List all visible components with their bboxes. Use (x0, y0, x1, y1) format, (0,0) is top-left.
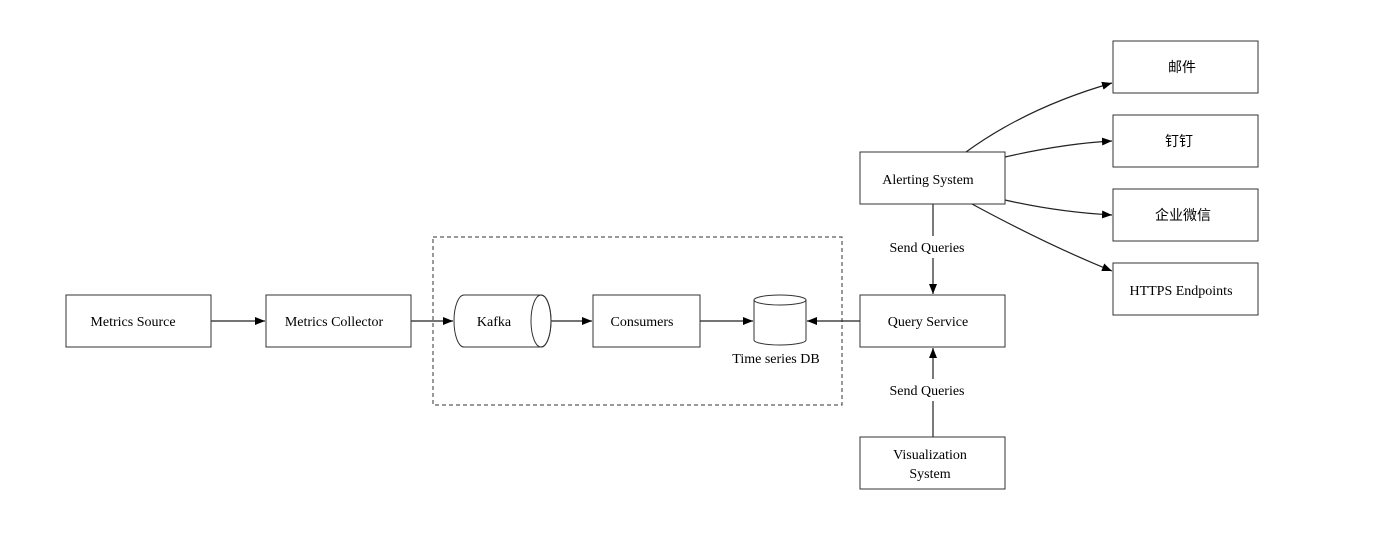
node-kafka[interactable]: Kafka (453, 294, 552, 348)
node-label: Query Service (888, 315, 968, 330)
node-label: 钉钉 (1165, 134, 1193, 150)
node-wecom[interactable]: 企业微信 (1112, 188, 1259, 242)
edge-alert-dingtalk (1004, 137, 1113, 158)
node-metrics-source[interactable]: Metrics Source (65, 294, 212, 348)
node-time-series-db[interactable]: Time series DB (732, 294, 820, 367)
node-label: System (909, 467, 950, 482)
edge-alert-wecom (1004, 199, 1113, 219)
edge-alert-email (965, 81, 1113, 153)
node-alerting-system[interactable]: Alerting System (859, 151, 1006, 205)
node-label: Consumers (611, 315, 674, 330)
edge-label-send-queries: Send Queries (889, 241, 964, 256)
edge-label-send-queries: Send Queries (889, 384, 964, 399)
node-label: 邮件 (1168, 60, 1196, 76)
node-label: Metrics Source (90, 315, 175, 330)
node-label: Visualization (893, 448, 967, 463)
node-consumers[interactable]: Consumers (592, 294, 701, 348)
node-dingtalk[interactable]: 钉钉 (1112, 114, 1259, 168)
node-label: Metrics Collector (285, 315, 384, 330)
node-label: Alerting System (882, 173, 973, 188)
node-label: Time series DB (732, 352, 819, 367)
diagram-canvas: Send Queries Send Queries Metrics Source… (65, 40, 1259, 490)
node-metrics-collector[interactable]: Metrics Collector (265, 294, 412, 348)
node-label: HTTPS Endpoints (1129, 284, 1232, 299)
node-email[interactable]: 邮件 (1112, 40, 1259, 94)
node-query-service[interactable]: Query Service (859, 294, 1006, 348)
node-label: Kafka (477, 315, 512, 330)
node-https-endpoints[interactable]: HTTPS Endpoints (1112, 262, 1259, 316)
node-label: 企业微信 (1155, 207, 1211, 224)
node-visualization-system[interactable]: Visualization System (859, 436, 1006, 490)
